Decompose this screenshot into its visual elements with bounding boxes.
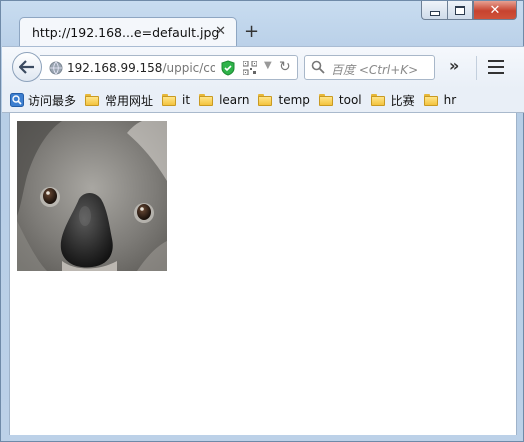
koala-photo [17,121,167,271]
bookmark-folder-common[interactable]: 常用网址 [85,92,153,109]
menu-icon[interactable] [488,60,504,78]
folder-icon [85,94,100,106]
tab-close-icon[interactable]: ✕ [215,24,226,39]
toolbar-divider [476,56,477,80]
page-content [9,113,517,435]
bookmark-folder-hr[interactable]: hr [423,93,457,107]
minimize-icon [429,10,440,16]
folder-icon [162,94,177,106]
bookmark-folder-temp[interactable]: temp [258,93,310,107]
bookmark-label: it [182,93,191,107]
new-tab-button[interactable]: + [244,21,259,42]
url-bar[interactable]: 192.168.99.158/uppic/cor ▼ ↻ [40,55,298,80]
search-placeholder: 百度 <Ctrl+K> [331,63,419,77]
search-icon [311,60,325,74]
reload-icon[interactable]: ↻ [279,59,291,75]
globe-icon [49,61,63,75]
tab-title: http://192.168...e=default.jpg [32,25,220,40]
folder-icon [423,94,438,106]
bookmark-most-visited[interactable]: 访问最多 [10,92,76,109]
url-host: 192.168.99.158 [67,61,163,75]
browser-window: ✕ http://192.168...e=default.jpg ✕ + 192… [0,0,524,442]
most-visited-icon [10,93,24,107]
back-button[interactable] [12,52,42,82]
bookmark-folder-learn[interactable]: learn [199,93,249,107]
folder-icon [199,94,214,106]
minimize-button[interactable] [421,1,447,20]
close-window-button[interactable]: ✕ [473,1,517,20]
bookmark-folder-tool[interactable]: tool [318,93,362,107]
toolbar-overflow-icon[interactable]: » [449,56,459,75]
folder-icon [370,94,385,106]
folder-icon [318,94,333,106]
bookmark-label: hr [443,93,457,107]
bookmark-folder-it[interactable]: it [162,93,190,107]
url-text[interactable]: 192.168.99.158/uppic/cor [67,61,215,75]
bookmark-label: learn [219,93,250,107]
window-controls: ✕ [421,1,517,21]
url-dropdown-icon[interactable]: ▼ [264,60,272,71]
bookmark-label: 比赛 [390,93,415,108]
maximize-button[interactable] [447,1,473,20]
bookmark-folder-contest[interactable]: 比赛 [370,92,415,109]
bookmark-label: 访问最多 [28,93,77,108]
maximize-icon [455,5,465,15]
url-path: /uppic/cor [162,61,215,75]
bookmark-label: tool [338,93,362,107]
search-bar[interactable]: 百度 <Ctrl+K> [304,55,435,80]
qr-code-icon[interactable] [243,61,257,75]
folder-icon [258,94,273,106]
close-icon: ✕ [489,2,501,18]
bookmarks-toolbar: 访问最多 常用网址 it learn temp tool 比赛 hr [2,88,524,113]
back-arrow-icon [19,60,34,74]
bookmark-label: temp [278,93,310,107]
shield-icon[interactable] [221,60,235,76]
bookmark-label: 常用网址 [105,93,154,108]
tab-active[interactable]: http://192.168...e=default.jpg ✕ [19,17,237,47]
navigation-toolbar: 192.168.99.158/uppic/cor ▼ ↻ [2,46,524,88]
